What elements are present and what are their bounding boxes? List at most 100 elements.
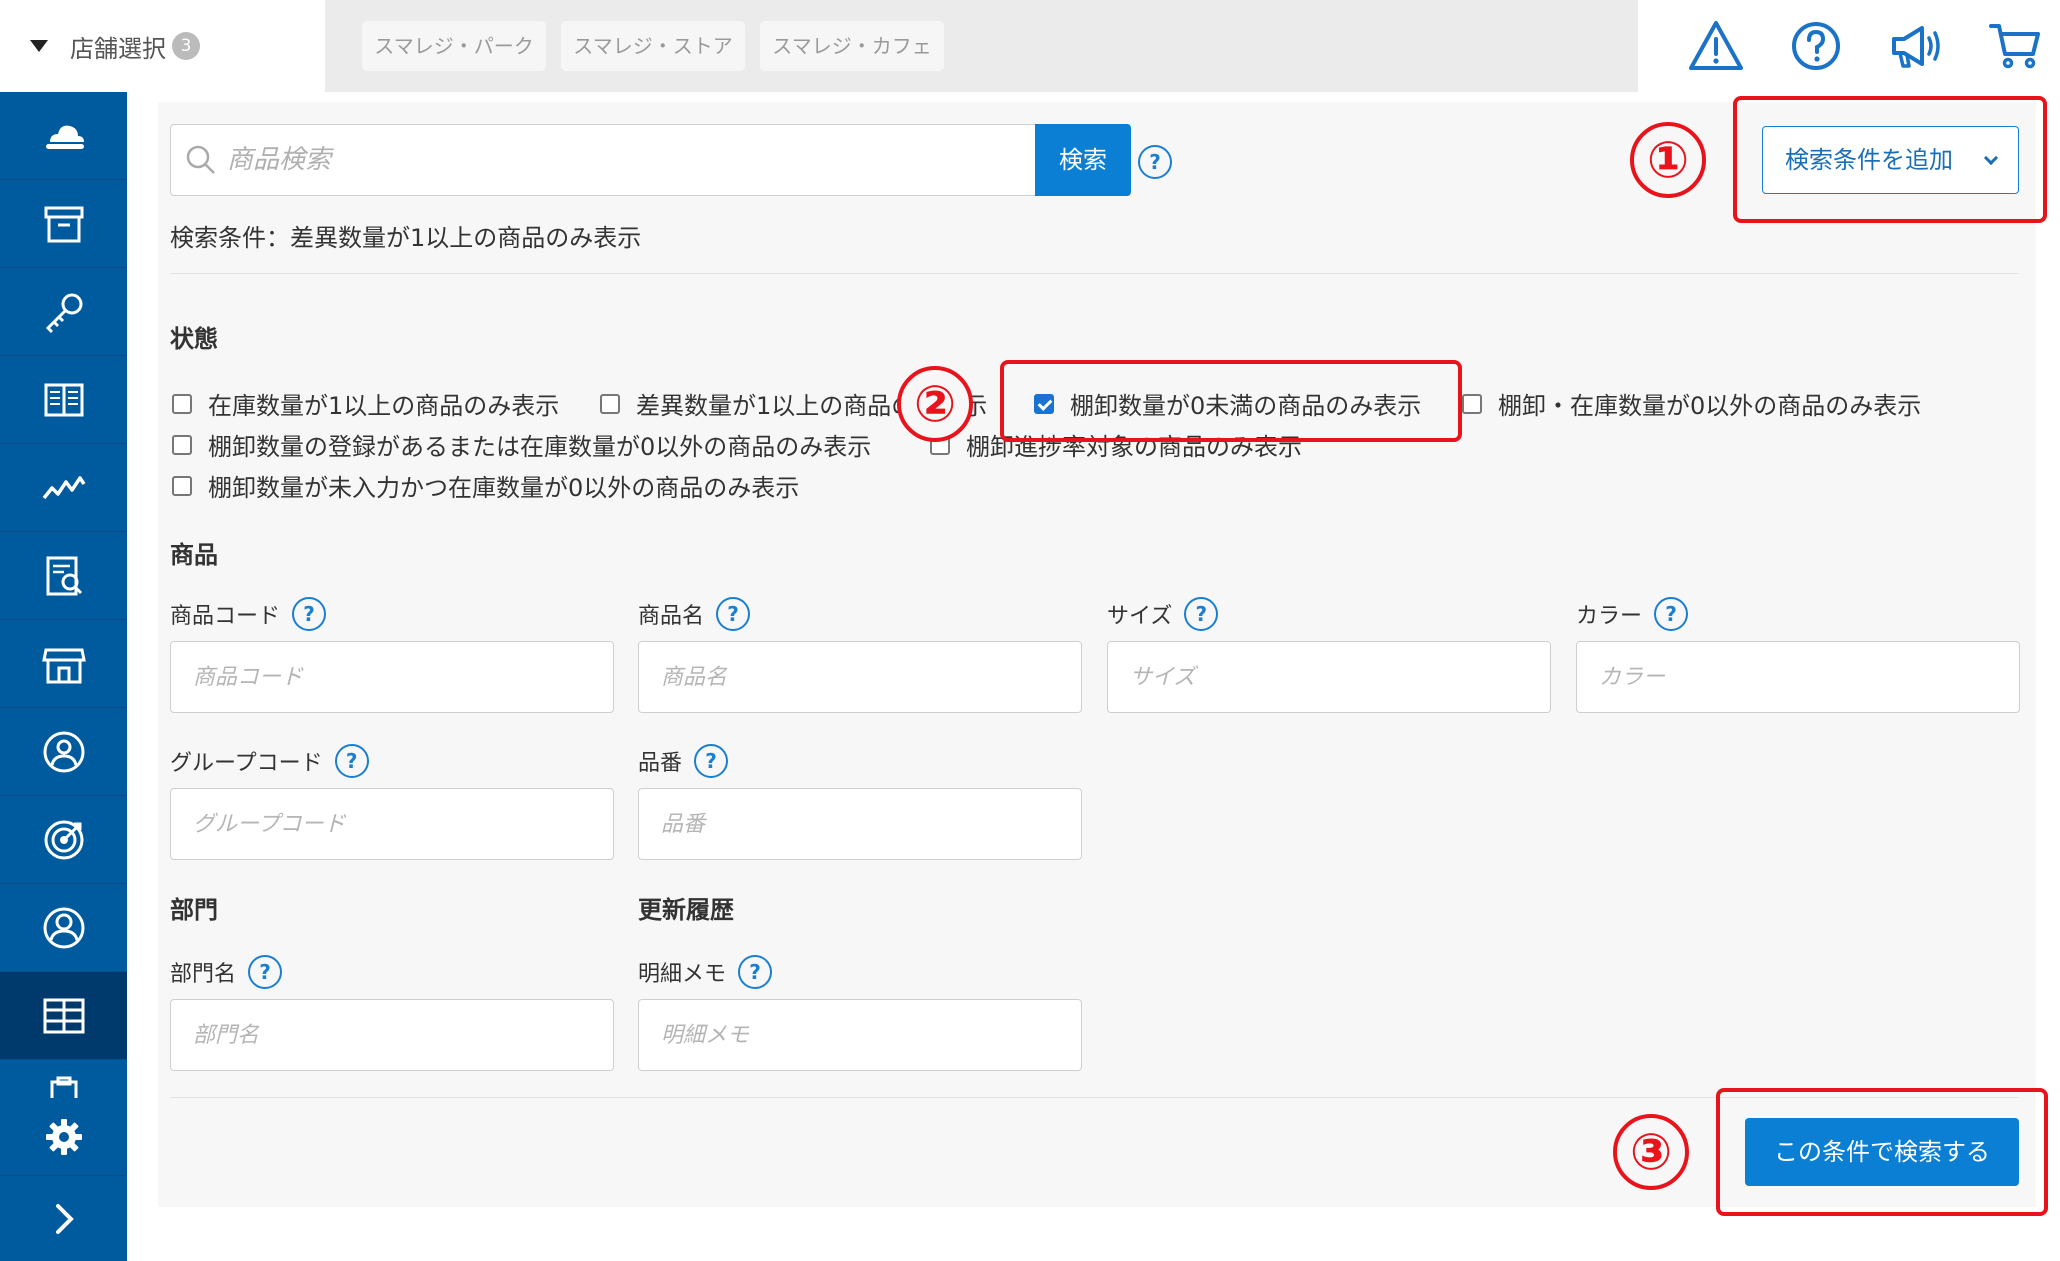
- detail-memo-field: [638, 999, 1082, 1071]
- sidebar-item-key[interactable]: [0, 268, 127, 356]
- status-option-label: 棚卸数量の登録があるまたは在庫数量が0以外の商品のみ表示: [208, 433, 872, 461]
- help-circle-icon[interactable]: [1788, 18, 1844, 74]
- status-option-count-stock-nonzero[interactable]: 棚卸・在庫数量が0以外の商品のみ表示: [1462, 386, 1921, 421]
- field-label-text: 品番: [638, 751, 683, 776]
- megaphone-icon[interactable]: [1888, 18, 1944, 74]
- annotation-number-3: ③: [1613, 1114, 1689, 1190]
- checkbox[interactable]: [172, 434, 192, 455]
- checkbox[interactable]: [1462, 393, 1482, 414]
- item-number-input[interactable]: [639, 789, 1081, 859]
- help-icon[interactable]: ?: [292, 597, 327, 631]
- archive-box-icon: [44, 206, 83, 242]
- sidebar-item-cloud[interactable]: [0, 92, 127, 180]
- field-label-size: サイズ ?: [1107, 597, 1219, 631]
- status-option-label: 棚卸・在庫数量が0以外の商品のみ表示: [1498, 392, 1922, 420]
- sidebar-item-store[interactable]: [0, 620, 127, 708]
- field-label-product-name: 商品名 ?: [638, 597, 751, 631]
- store-select-dropdown[interactable]: 店舗選択 3: [0, 0, 325, 92]
- sidebar-item-inventory[interactable]: [0, 972, 127, 1060]
- cart-icon[interactable]: [1988, 18, 2044, 74]
- product-search-input[interactable]: [227, 125, 1017, 195]
- help-icon[interactable]: ?: [1654, 597, 1689, 631]
- color-field: [1576, 641, 2020, 713]
- sidebar-item-target[interactable]: [0, 796, 127, 884]
- user-circle-icon: [43, 907, 84, 948]
- line-chart-icon: [42, 475, 85, 499]
- annotation-box-1: [1733, 96, 2047, 223]
- store-select-label: 店舗選択: [70, 34, 166, 63]
- product-code-input[interactable]: [171, 642, 613, 712]
- status-option-uncounted-stock[interactable]: 棚卸数量が未入力かつ在庫数量が0以外の商品のみ表示: [172, 468, 799, 503]
- product-name-input[interactable]: [639, 642, 1081, 712]
- search-button[interactable]: 検索: [1035, 124, 1131, 196]
- chevron-right-icon: [55, 1203, 74, 1234]
- product-name-field: [638, 641, 1082, 713]
- product-code-field: [170, 641, 614, 713]
- status-option-label: 棚卸数量が未入力かつ在庫数量が0以外の商品のみ表示: [208, 474, 800, 502]
- help-icon[interactable]: ?: [334, 744, 369, 778]
- store-count-badge: 3: [172, 32, 200, 60]
- group-code-field: [170, 788, 614, 860]
- field-label-text: グループコード: [170, 751, 323, 776]
- product-section-title: 商品: [170, 541, 218, 569]
- checkbox[interactable]: [172, 393, 192, 414]
- annotation-number-1: ①: [1630, 122, 1706, 198]
- product-search-box: [170, 124, 1036, 196]
- help-icon[interactable]: ?: [738, 955, 773, 989]
- annotation-number-2: ②: [897, 366, 973, 442]
- detail-memo-input[interactable]: [639, 1000, 1081, 1070]
- field-label-text: カラー: [1576, 604, 1643, 629]
- field-label-color: カラー ?: [1576, 597, 1689, 631]
- status-option-registered-or-stock[interactable]: 棚卸数量の登録があるまたは在庫数量が0以外の商品のみ表示: [172, 427, 871, 462]
- help-icon[interactable]: ?: [716, 597, 751, 631]
- status-option-stock-positive[interactable]: 在庫数量が1以上の商品のみ表示: [172, 386, 559, 421]
- annotation-box-3: [1716, 1088, 2048, 1216]
- sidebar-item-analytics[interactable]: [0, 444, 127, 532]
- top-icon-bar: [1638, 0, 2060, 92]
- report-icon: [46, 556, 82, 595]
- store-chip-park[interactable]: スマレジ・パーク: [362, 21, 546, 71]
- sidebar-item-book[interactable]: [0, 356, 127, 444]
- field-label-group-code: グループコード ?: [170, 744, 369, 778]
- help-icon[interactable]: ?: [694, 744, 729, 778]
- field-label-text: 明細メモ: [638, 962, 727, 987]
- size-input[interactable]: [1108, 642, 1550, 712]
- status-section-title: 状態: [170, 325, 218, 353]
- sidebar-item-clipboard[interactable]: [0, 1076, 127, 1098]
- checkbox[interactable]: [172, 475, 192, 496]
- group-code-input[interactable]: [171, 789, 613, 859]
- store-chip-cafe[interactable]: スマレジ・カフェ: [760, 21, 944, 71]
- category-name-field: [170, 999, 614, 1071]
- warning-icon[interactable]: [1688, 18, 1744, 74]
- search-icon: [186, 145, 215, 174]
- annotation-box-2: [1000, 360, 1462, 442]
- store-chip-store[interactable]: スマレジ・ストア: [561, 21, 745, 71]
- sidebar-item-user[interactable]: [0, 884, 127, 972]
- checkbox[interactable]: [600, 393, 620, 414]
- key-icon: [45, 293, 82, 333]
- field-label-text: サイズ: [1107, 604, 1173, 629]
- field-label-text: 商品名: [638, 604, 705, 629]
- grid-icon: [43, 998, 84, 1033]
- store-icon: [41, 648, 86, 683]
- category-section-title: 部門: [170, 896, 218, 924]
- help-icon[interactable]: ?: [1184, 597, 1219, 631]
- field-label-text: 商品コード: [170, 604, 281, 629]
- field-label-product-code: 商品コード ?: [170, 597, 327, 631]
- sidebar: [0, 92, 127, 1261]
- search-help-icon[interactable]: ?: [1138, 145, 1172, 179]
- expand-sidebar-button[interactable]: [0, 1176, 127, 1261]
- category-name-input[interactable]: [171, 1000, 613, 1070]
- color-input[interactable]: [1577, 642, 2019, 712]
- cloud-icon: [45, 125, 84, 149]
- sidebar-item-report[interactable]: [0, 532, 127, 620]
- help-icon[interactable]: ?: [248, 955, 283, 989]
- field-label-item-number: 品番 ?: [638, 744, 729, 778]
- history-section-title: 更新履歴: [638, 896, 734, 924]
- sidebar-item-customer[interactable]: [0, 708, 127, 796]
- condition-summary: 検索条件：差異数量が1以上の商品のみ表示: [170, 224, 642, 252]
- clipboard-icon: [50, 1076, 77, 1098]
- settings-button[interactable]: [0, 1098, 127, 1176]
- sidebar-item-archive[interactable]: [0, 180, 127, 268]
- field-label-text: 部門名: [170, 962, 237, 987]
